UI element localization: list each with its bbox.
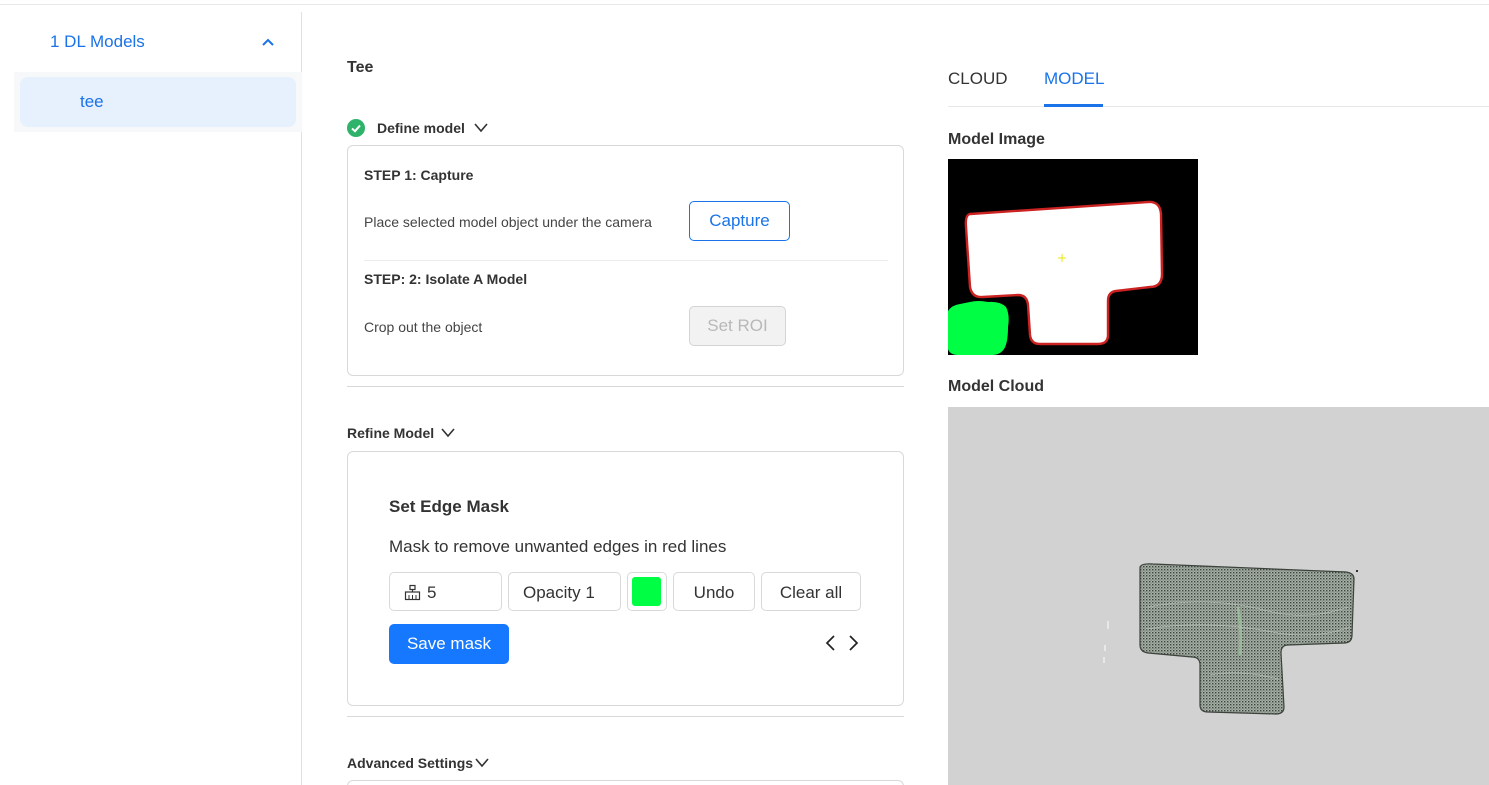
- set-roi-button[interactable]: Set ROI: [689, 306, 786, 346]
- model-image: [948, 159, 1198, 355]
- top-divider: [0, 4, 1489, 5]
- sidebar-submenu: tee: [14, 72, 302, 132]
- model-cloud-render: [1103, 563, 1358, 715]
- advanced-settings-label: Advanced Settings: [347, 755, 474, 771]
- define-model-card: STEP 1: Capture Place selected model obj…: [347, 145, 904, 376]
- section-divider: [347, 386, 904, 387]
- chevron-right-icon[interactable]: [845, 634, 861, 652]
- color-swatch: [632, 577, 661, 606]
- chevron-down-icon[interactable]: [440, 425, 456, 441]
- define-model-header[interactable]: Define model: [347, 117, 507, 139]
- section-divider: [347, 716, 904, 717]
- sidebar-group-dl-models[interactable]: 1 DL Models: [14, 30, 302, 60]
- opacity-input[interactable]: Opacity 1: [508, 572, 621, 611]
- model-image-render: [948, 159, 1198, 355]
- tab-model[interactable]: MODEL: [1044, 69, 1104, 89]
- model-cloud-viewer[interactable]: [948, 407, 1489, 785]
- edge-mask-title: Set Edge Mask: [389, 497, 509, 516]
- chevron-down-icon[interactable]: [474, 755, 490, 771]
- check-circle-icon: [347, 119, 365, 137]
- advanced-settings-card: [347, 780, 904, 785]
- undo-label: Undo: [693, 583, 735, 602]
- clear-all-label: Clear all: [779, 583, 843, 602]
- edge-mask-description: Mask to remove unwanted edges in red lin…: [389, 537, 727, 556]
- sidebar-item-tee[interactable]: tee: [20, 77, 296, 127]
- refine-model-card: Set Edge Mask Mask to remove unwanted ed…: [347, 451, 904, 706]
- sidebar: 1 DL Models tee: [14, 12, 302, 785]
- refine-model-label: Refine Model: [347, 425, 435, 441]
- undo-button[interactable]: Undo: [673, 572, 755, 611]
- save-mask-button[interactable]: Save mask: [389, 624, 509, 664]
- active-tab-indicator: [1044, 104, 1103, 107]
- step-divider: [364, 260, 888, 261]
- chevron-up-icon[interactable]: [260, 34, 276, 50]
- sidebar-group-label: 1 DL Models: [50, 32, 145, 51]
- step2-title: STEP: 2: Isolate A Model: [364, 271, 528, 287]
- brush-size-input[interactable]: 5: [389, 572, 502, 611]
- refine-model-header[interactable]: Refine Model: [347, 422, 477, 444]
- page-title: Tee: [347, 59, 374, 76]
- clear-all-button[interactable]: Clear all: [761, 572, 861, 611]
- chevron-down-icon[interactable]: [473, 120, 489, 136]
- mask-color-picker[interactable]: [627, 572, 667, 611]
- tab-cloud[interactable]: CLOUD: [948, 69, 1008, 89]
- model-image-label: Model Image: [948, 131, 1045, 148]
- capture-button[interactable]: Capture: [689, 201, 790, 241]
- step1-title: STEP 1: Capture: [364, 167, 474, 183]
- viewer-tabs: CLOUD MODEL: [948, 60, 1489, 107]
- chevron-left-icon[interactable]: [823, 634, 839, 652]
- opacity-value: Opacity 1: [523, 583, 595, 602]
- sidebar-item-label: tee: [80, 92, 104, 111]
- brush-size-value: 5: [427, 583, 437, 602]
- define-model-label: Define model: [377, 120, 465, 136]
- model-cloud-label: Model Cloud: [948, 378, 1044, 395]
- brush-icon: [404, 584, 421, 601]
- step2-description: Crop out the object: [364, 319, 483, 335]
- step1-description: Place selected model object under the ca…: [364, 214, 652, 230]
- advanced-settings-header[interactable]: Advanced Settings: [347, 752, 497, 774]
